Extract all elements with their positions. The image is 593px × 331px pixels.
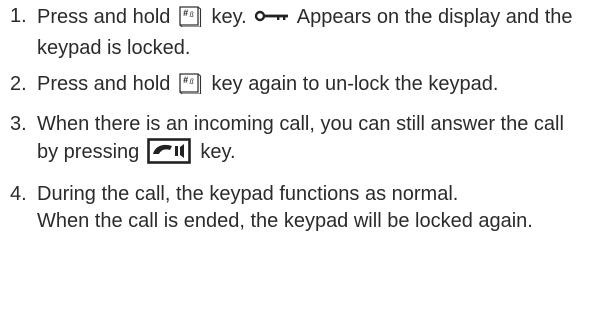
list-item-4: 4. During the call, the keypad functions… <box>10 181 590 235</box>
item-number: 2. <box>10 73 27 95</box>
text-line: When the call is ended, the keypad will … <box>37 210 533 232</box>
item-text: When there is an incoming call, you can … <box>37 111 590 172</box>
text-segment: key. <box>200 141 236 163</box>
text-line: During the call, the keypad functions as… <box>37 183 459 205</box>
item-text: Press and hold # ß key again to un-lock … <box>37 71 590 102</box>
hash-key-sub: ß <box>189 79 193 86</box>
list-item-2: 2. Press and hold # ß key again to un-lo… <box>10 71 590 102</box>
hash-key-label: # <box>183 75 188 85</box>
list-item-1: 1. Press and hold # ß key. Appears on th… <box>10 3 590 62</box>
hash-key-label: # <box>183 8 188 18</box>
item-number: 4. <box>10 183 27 205</box>
text-segment: key. <box>211 6 247 28</box>
text-segment: Press and hold <box>37 6 171 28</box>
list-item-3: 3. When there is an incoming call, you c… <box>10 111 590 172</box>
item-text: Press and hold # ß key. Appears on the d… <box>37 3 590 62</box>
item-text: During the call, the keypad functions as… <box>37 181 590 235</box>
hash-key-icon: # ß <box>178 5 202 35</box>
text-segment: Press and hold <box>37 73 171 95</box>
text-segment: key again to un-lock the keypad. <box>211 73 499 95</box>
hash-key-sub: ß <box>189 12 193 19</box>
hash-key-icon: # ß <box>178 72 202 102</box>
instruction-list: 1. Press and hold # ß key. Appears on th… <box>10 3 590 244</box>
text-segment: When there is an incoming call, you can … <box>37 113 564 163</box>
call-key-icon <box>147 138 191 172</box>
key-lock-icon <box>254 3 290 30</box>
item-number: 3. <box>10 113 27 135</box>
item-number: 1. <box>10 5 27 27</box>
